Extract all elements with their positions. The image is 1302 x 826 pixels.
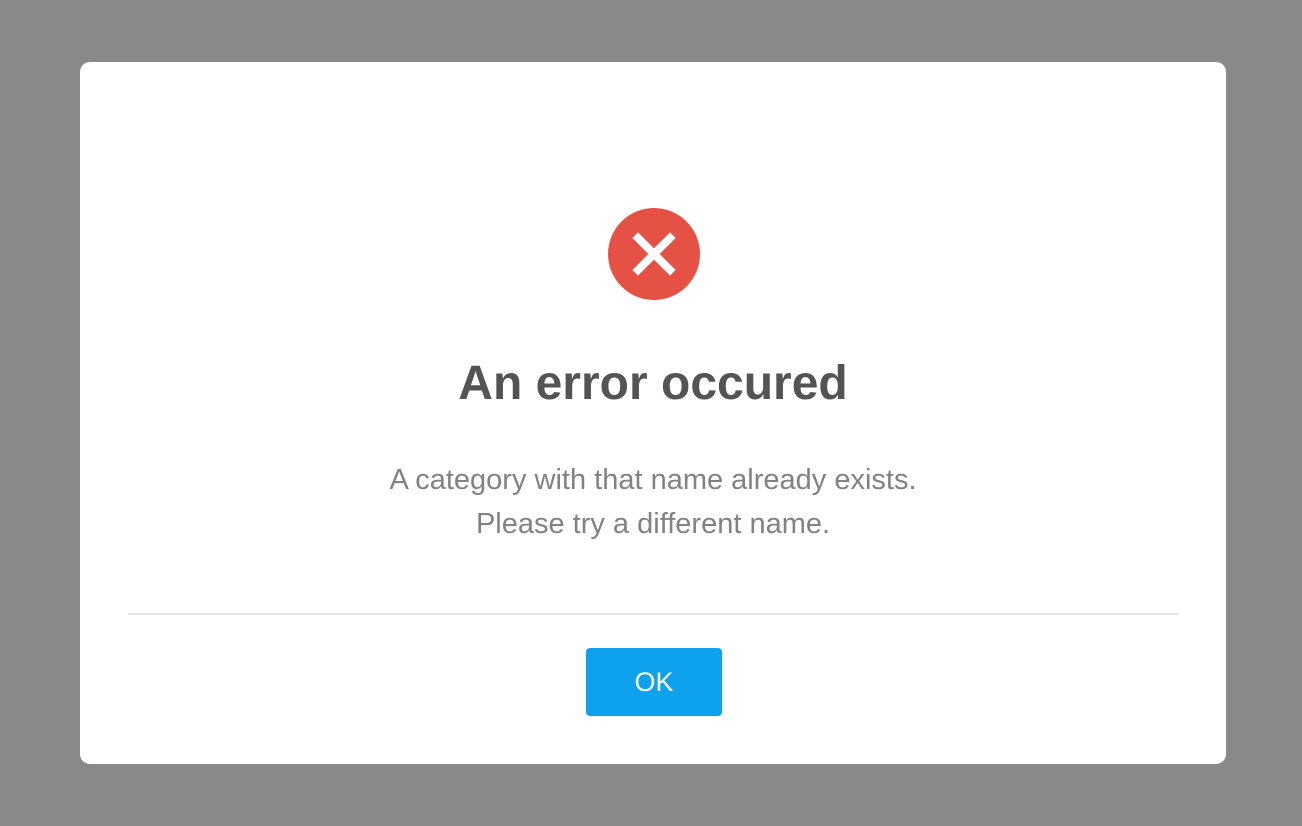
message-line: Please try a different name. <box>475 508 831 540</box>
message-line: A category with that name already exists… <box>389 464 917 496</box>
dialog-title: An error occured <box>458 357 848 410</box>
ok-button[interactable]: OK <box>586 648 722 716</box>
error-dialog: An error occured A category with that na… <box>80 62 1226 764</box>
dialog-message: A category with that name already exists… <box>80 458 1226 546</box>
divider <box>128 613 1178 615</box>
error-x-icon <box>608 208 700 300</box>
